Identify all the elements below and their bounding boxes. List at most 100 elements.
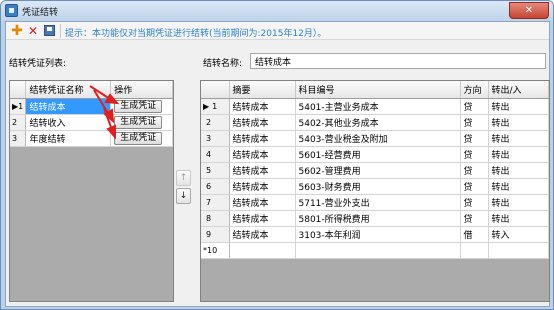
column-header-name[interactable]: 结转凭证名称 (25, 81, 112, 99)
column-header-direction[interactable]: 方向 (460, 81, 489, 99)
in-out-cell[interactable]: 转出 (488, 194, 549, 211)
row-header[interactable]: 4 (201, 146, 230, 163)
summary-cell[interactable]: 结转成本 (229, 98, 296, 115)
table-row[interactable]: 7 结转成本 5711-营业外支出贷转出 (201, 194, 549, 211)
row-header[interactable]: *10 (201, 242, 230, 259)
summary-cell[interactable]: 结转成本 (229, 226, 296, 243)
direction-cell[interactable] (460, 242, 489, 259)
generate-voucher-button[interactable]: 生成凭证 (114, 116, 163, 129)
table-row[interactable]: 6 结转成本 5603-财务费用贷转出 (201, 178, 549, 195)
direction-cell[interactable]: 贷 (460, 98, 489, 115)
close-button[interactable]: ✕ (509, 2, 549, 19)
direction-cell[interactable]: 贷 (460, 162, 489, 179)
new-row[interactable]: *10 (201, 242, 549, 259)
voucher-list-grid: 结转凭证名称 操作 ▶1 结转成本 生成凭证 2 结转收入 生成凭证 3 年度结… (9, 80, 174, 302)
row-header[interactable]: 9 (201, 226, 230, 243)
account-cell[interactable]: 5711-营业外支出 (295, 194, 461, 211)
voucher-name-cell[interactable]: 结转成本 (25, 98, 112, 115)
app-icon (5, 4, 18, 17)
column-header-account[interactable]: 科目编号 (295, 81, 461, 99)
delete-icon[interactable]: ✕ (26, 24, 40, 38)
direction-cell[interactable]: 贷 (460, 130, 489, 147)
direction-cell[interactable]: 贷 (460, 178, 489, 195)
in-out-cell[interactable]: 转出 (488, 210, 549, 227)
account-cell[interactable]: 5801-所得税费用 (295, 210, 461, 227)
column-header-in-out[interactable]: 转出/入 (488, 81, 549, 99)
summary-cell[interactable]: 结转成本 (229, 162, 296, 179)
transfer-name-input[interactable]: 结转成本 (250, 53, 546, 69)
row-header[interactable]: 2 (201, 114, 230, 131)
account-cell[interactable]: 5403-营业税金及附加 (295, 130, 461, 147)
table-row[interactable]: ▶ 1 结转成本 5401-主营业务成本贷转出 (201, 98, 549, 115)
voucher-name-cell[interactable]: 结转收入 (25, 114, 112, 131)
in-out-cell[interactable] (488, 242, 549, 259)
add-icon[interactable]: ✚ (10, 24, 24, 38)
direction-cell[interactable]: 贷 (460, 210, 489, 227)
table-row[interactable]: ▶1 结转成本 生成凭证 (10, 98, 173, 115)
summary-cell[interactable]: 结转成本 (229, 194, 296, 211)
account-cell[interactable]: 5402-其他业务成本 (295, 114, 461, 131)
account-cell[interactable]: 3103-本年利润 (295, 226, 461, 243)
account-cell[interactable]: 5401-主营业务成本 (295, 98, 461, 115)
in-out-cell[interactable]: 转入 (488, 226, 549, 243)
generate-voucher-button[interactable]: 生成凭证 (114, 100, 163, 113)
table-row[interactable]: 2 结转收入 生成凭证 (10, 114, 173, 131)
row-number: 4 (206, 149, 212, 159)
column-header-action[interactable]: 操作 (110, 81, 173, 99)
table-row[interactable]: 4 结转成本 5601-经营费用贷转出 (201, 146, 549, 163)
generate-voucher-button[interactable]: 生成凭证 (114, 132, 163, 145)
voucher-name-cell[interactable]: 年度结转 (25, 130, 112, 147)
table-row[interactable]: 9 结转成本 3103-本年利润借转入 (201, 226, 549, 243)
row-header[interactable]: 6 (201, 178, 230, 195)
in-out-cell[interactable]: 转出 (488, 146, 549, 163)
row-header[interactable]: 3 (201, 130, 230, 147)
row-header-corner (201, 81, 230, 99)
in-out-cell[interactable]: 转出 (488, 130, 549, 147)
in-out-cell[interactable]: 转出 (488, 162, 549, 179)
row-header[interactable]: 3 (10, 130, 27, 147)
table-row[interactable]: 2 结转成本 5402-其他业务成本贷转出 (201, 114, 549, 131)
summary-cell[interactable] (229, 242, 296, 259)
row-number: 3 (12, 133, 18, 143)
table-row[interactable]: 5 结转成本 5602-管理费用贷转出 (201, 162, 549, 179)
table-row[interactable]: 3 结转成本 5403-营业税金及附加贷转出 (201, 130, 549, 147)
row-header[interactable]: ▶1 (10, 98, 27, 115)
save-icon[interactable] (43, 24, 57, 38)
row-header[interactable]: 7 (201, 194, 230, 211)
row-number: 9 (206, 229, 212, 239)
move-up-button[interactable]: ↑ (176, 170, 191, 186)
row-header[interactable]: ▶1 (201, 98, 230, 115)
hint-text: 提示：本功能仅对当期凭证进行结转(当前期间为:2015年12月）。 (65, 29, 327, 39)
client-area: ✚ ✕ 提示：本功能仅对当期凭证进行结转(当前期间为:2015年12月）。 结转… (5, 21, 550, 307)
account-cell[interactable]: 5603-财务费用 (295, 178, 461, 195)
direction-cell[interactable]: 贷 (460, 114, 489, 131)
transfer-name-label: 结转名称: (203, 59, 243, 69)
row-header[interactable]: 8 (201, 210, 230, 227)
table-row[interactable]: 8 结转成本 5801-所得税费用贷转出 (201, 210, 549, 227)
direction-cell[interactable]: 贷 (460, 146, 489, 163)
row-header[interactable]: 5 (201, 162, 230, 179)
row-number: 3 (206, 133, 212, 143)
row-number: 2 (12, 117, 18, 127)
action-cell: 生成凭证 (110, 114, 173, 131)
account-cell[interactable]: 5602-管理费用 (295, 162, 461, 179)
summary-cell[interactable]: 结转成本 (229, 130, 296, 147)
column-header-summary[interactable]: 摘要 (229, 81, 296, 99)
summary-cell[interactable]: 结转成本 (229, 114, 296, 131)
account-cell[interactable]: 5601-经营费用 (295, 146, 461, 163)
move-down-button[interactable]: ↓ (176, 188, 191, 204)
row-header[interactable]: 2 (10, 114, 27, 131)
summary-cell[interactable]: 结转成本 (229, 178, 296, 195)
in-out-cell[interactable]: 转出 (488, 98, 549, 115)
action-cell: 生成凭证 (110, 130, 173, 147)
toolbar: ✚ ✕ 提示：本功能仅对当期凭证进行结转(当前期间为:2015年12月）。 (6, 22, 549, 40)
summary-cell[interactable]: 结转成本 (229, 210, 296, 227)
summary-cell[interactable]: 结转成本 (229, 146, 296, 163)
row-number: 5 (206, 165, 212, 175)
in-out-cell[interactable]: 转出 (488, 114, 549, 131)
table-row[interactable]: 3 年度结转 生成凭证 (10, 130, 173, 147)
account-cell[interactable] (295, 242, 461, 259)
direction-cell[interactable]: 借 (460, 226, 489, 243)
in-out-cell[interactable]: 转出 (488, 178, 549, 195)
direction-cell[interactable]: 贷 (460, 194, 489, 211)
